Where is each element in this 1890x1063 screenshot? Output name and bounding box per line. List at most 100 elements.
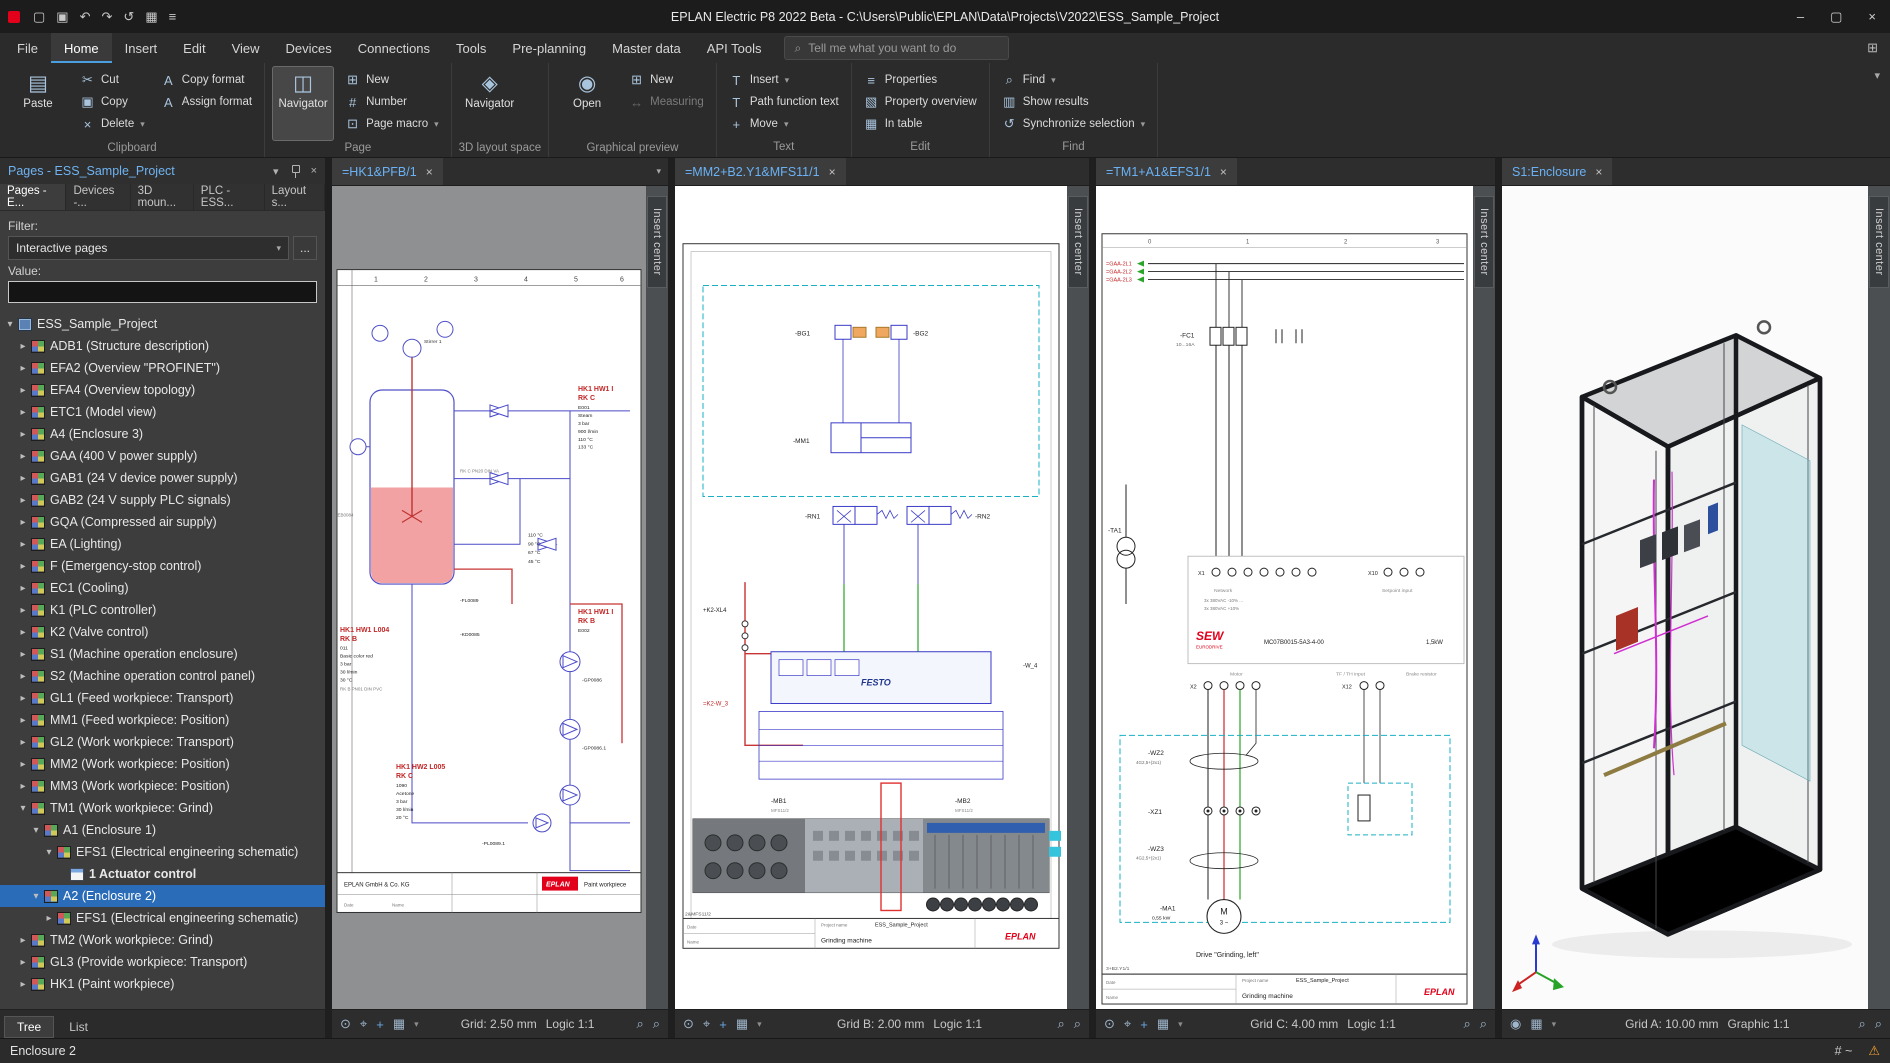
grid-icon[interactable]: ▦	[736, 1016, 748, 1032]
expander-icon[interactable]: ▸	[16, 363, 30, 374]
tab-list-icon[interactable]: ▾	[649, 166, 668, 177]
insert-center-tab[interactable]: Insert center	[647, 196, 667, 288]
insert-device-icon[interactable]: ▦	[145, 9, 157, 25]
insert-button[interactable]: TInsert▾	[724, 70, 844, 90]
schematic-canvas[interactable]: 0 1 2 3 =GAA-2L1 =	[1096, 186, 1473, 1009]
expander-icon[interactable]: ▸	[16, 539, 30, 550]
tree-item-efa4-overview-topology[interactable]: ▸EFA4 (Overview topology)	[0, 379, 325, 401]
property-overview-button[interactable]: ▧Property overview	[859, 92, 982, 112]
zoom-window-icon[interactable]: ⌕	[1074, 1016, 1081, 1032]
customize-toolbar-icon[interactable]: ≡	[169, 9, 177, 24]
expander-icon[interactable]: ▸	[16, 671, 30, 682]
navigator-tab-pages-e[interactable]: Pages - E...	[0, 184, 66, 210]
close-button[interactable]: ×	[1868, 9, 1876, 25]
open-icon[interactable]: ▣	[56, 9, 68, 25]
navigator-tab-devices[interactable]: Devices -...	[66, 184, 130, 210]
tree-item-gl2-work-workpiece-transport[interactable]: ▸GL2 (Work workpiece: Transport)	[0, 731, 325, 753]
show-results-button[interactable]: ▥Show results	[997, 92, 1150, 112]
tree-item-tm2-work-workpiece-grind[interactable]: ▸TM2 (Work workpiece: Grind)	[0, 929, 325, 951]
tab-close-icon[interactable]: ×	[1220, 165, 1227, 179]
cut-button[interactable]: ✂Cut	[75, 70, 150, 90]
tree-item-ea-lighting[interactable]: ▸EA (Lighting)	[0, 533, 325, 555]
expander-icon[interactable]: ▸	[16, 517, 30, 528]
toolbar-more-icon[interactable]: ▾	[1178, 1019, 1183, 1030]
value-input[interactable]	[8, 281, 317, 303]
object-snap-icon[interactable]: ⌖	[1124, 1016, 1131, 1032]
undo-icon[interactable]: ↶	[80, 9, 91, 25]
tree-item-gqa-compressed-air-supply[interactable]: ▸GQA (Compressed air supply)	[0, 511, 325, 533]
new-button[interactable]: ⊞New	[624, 70, 709, 90]
open-button[interactable]: ◉Open	[556, 66, 618, 141]
tree-item-gl3-provide-workpiece-transport[interactable]: ▸GL3 (Provide workpiece: Transport)	[0, 951, 325, 973]
expander-icon[interactable]: ▸	[16, 407, 30, 418]
expander-icon[interactable]: ▸	[16, 693, 30, 704]
view-tab-list[interactable]: List	[56, 1016, 101, 1038]
menu-tab-edit[interactable]: Edit	[170, 33, 218, 63]
tree-item-k2-valve-control[interactable]: ▸K2 (Valve control)	[0, 621, 325, 643]
tab-close-icon[interactable]: ×	[829, 165, 836, 179]
document-tab-s1[interactable]: S1:Enclosure ×	[1502, 158, 1612, 185]
menu-tab-devices[interactable]: Devices	[273, 33, 345, 63]
zoom-icon[interactable]: ⌕	[1858, 1016, 1865, 1032]
menu-tab-view[interactable]: View	[219, 33, 273, 63]
tree-item-k1-plc-controller[interactable]: ▸K1 (PLC controller)	[0, 599, 325, 621]
tree-item-a2-enclosure-2[interactable]: ▾A2 (Enclosure 2)	[0, 885, 325, 907]
filter-more-button[interactable]: ...	[293, 236, 317, 260]
expander-icon[interactable]: ▸	[16, 605, 30, 616]
tell-me-search[interactable]: ⌕ Tell me what you want to do	[784, 36, 1009, 60]
toolbar-more-icon[interactable]: ▾	[1552, 1019, 1557, 1030]
menu-tab-tools[interactable]: Tools	[443, 33, 499, 63]
expander-icon[interactable]: ▸	[16, 385, 30, 396]
expander-icon[interactable]: ▸	[16, 979, 30, 990]
delete-button[interactable]: ×Delete▾	[75, 114, 150, 134]
zoom-window-icon[interactable]: ⌕	[1480, 1016, 1487, 1032]
zoom-icon[interactable]: ⌕	[1463, 1016, 1470, 1032]
ribbon-options-icon[interactable]: ▾	[1874, 69, 1880, 82]
expander-icon[interactable]: ▸	[16, 715, 30, 726]
tree-item-mm2-work-workpiece-position[interactable]: ▸MM2 (Work workpiece: Position)	[0, 753, 325, 775]
tree-item-gl1-feed-workpiece-transport[interactable]: ▸GL1 (Feed workpiece: Transport)	[0, 687, 325, 709]
zoom-icon[interactable]: ⌕	[636, 1016, 643, 1032]
move-button[interactable]: +Move▾	[724, 114, 844, 134]
zoom-icon[interactable]: ⌕	[1057, 1016, 1064, 1032]
assign-format-button[interactable]: AAssign format	[156, 92, 257, 112]
expander-icon[interactable]: ▸	[16, 583, 30, 594]
snap-icon[interactable]: ⊙	[340, 1016, 351, 1032]
measuring-button[interactable]: ↔Measuring	[624, 92, 709, 112]
panel-close-icon[interactable]: ×	[311, 165, 317, 177]
minimize-button[interactable]: –	[1797, 9, 1804, 25]
expander-icon[interactable]: ▸	[16, 341, 30, 352]
path-function-text-button[interactable]: TPath function text	[724, 92, 844, 112]
copy-button[interactable]: ▣Copy	[75, 92, 150, 112]
maximize-button[interactable]: ▢	[1830, 9, 1842, 25]
navigator-button[interactable]: ◫Navigator	[272, 66, 334, 141]
filter-select[interactable]: Interactive pages ▾	[8, 236, 289, 260]
tree-item-gaa-400-v-power-supply[interactable]: ▸GAA (400 V power supply)	[0, 445, 325, 467]
tree-item-efa2-overview-profinet[interactable]: ▸EFA2 (Overview "PROFINET")	[0, 357, 325, 379]
navigator-button[interactable]: ◈Navigator	[459, 66, 521, 141]
view-tab-tree[interactable]: Tree	[4, 1016, 54, 1038]
snap-icon[interactable]: ⊙	[1104, 1016, 1115, 1032]
tab-close-icon[interactable]: ×	[1595, 165, 1602, 179]
expander-icon[interactable]: ▾	[3, 319, 17, 330]
toolbar-more-icon[interactable]: ▾	[414, 1019, 419, 1030]
pin-icon[interactable]	[291, 165, 299, 178]
menu-tab-home[interactable]: Home	[51, 33, 112, 63]
expander-icon[interactable]: ▾	[29, 825, 43, 836]
navigator-tab-layout-s[interactable]: Layout s...	[265, 184, 325, 210]
grid-icon[interactable]: ▦	[1530, 1016, 1542, 1032]
visibility-icon[interactable]: ◉	[1510, 1016, 1521, 1032]
synchronize-selection-button[interactable]: ↺Synchronize selection▾	[997, 114, 1150, 134]
tree-item-f-emergency-stop-control[interactable]: ▸F (Emergency-stop control)	[0, 555, 325, 577]
design-mode-icon[interactable]: +	[376, 1017, 384, 1032]
tree-item-mm3-work-workpiece-position[interactable]: ▸MM3 (Work workpiece: Position)	[0, 775, 325, 797]
document-tab-mm2[interactable]: =MM2+B2.Y1&MFS11/1 ×	[675, 158, 846, 185]
tree-item-ec1-cooling[interactable]: ▸EC1 (Cooling)	[0, 577, 325, 599]
tree-item-s2-machine-operation-control-panel[interactable]: ▸S2 (Machine operation control panel)	[0, 665, 325, 687]
page-macro-button[interactable]: ⊡Page macro▾	[340, 114, 444, 134]
panel-menu-icon[interactable]: ▾	[273, 165, 279, 178]
copy-format-button[interactable]: ACopy format	[156, 70, 257, 90]
document-tab-tm1[interactable]: =TM1+A1&EFS1/1 ×	[1096, 158, 1237, 185]
expander-icon[interactable]: ▸	[16, 759, 30, 770]
tree-item-gab2-24-v-supply-plc-signals[interactable]: ▸GAB2 (24 V supply PLC signals)	[0, 489, 325, 511]
